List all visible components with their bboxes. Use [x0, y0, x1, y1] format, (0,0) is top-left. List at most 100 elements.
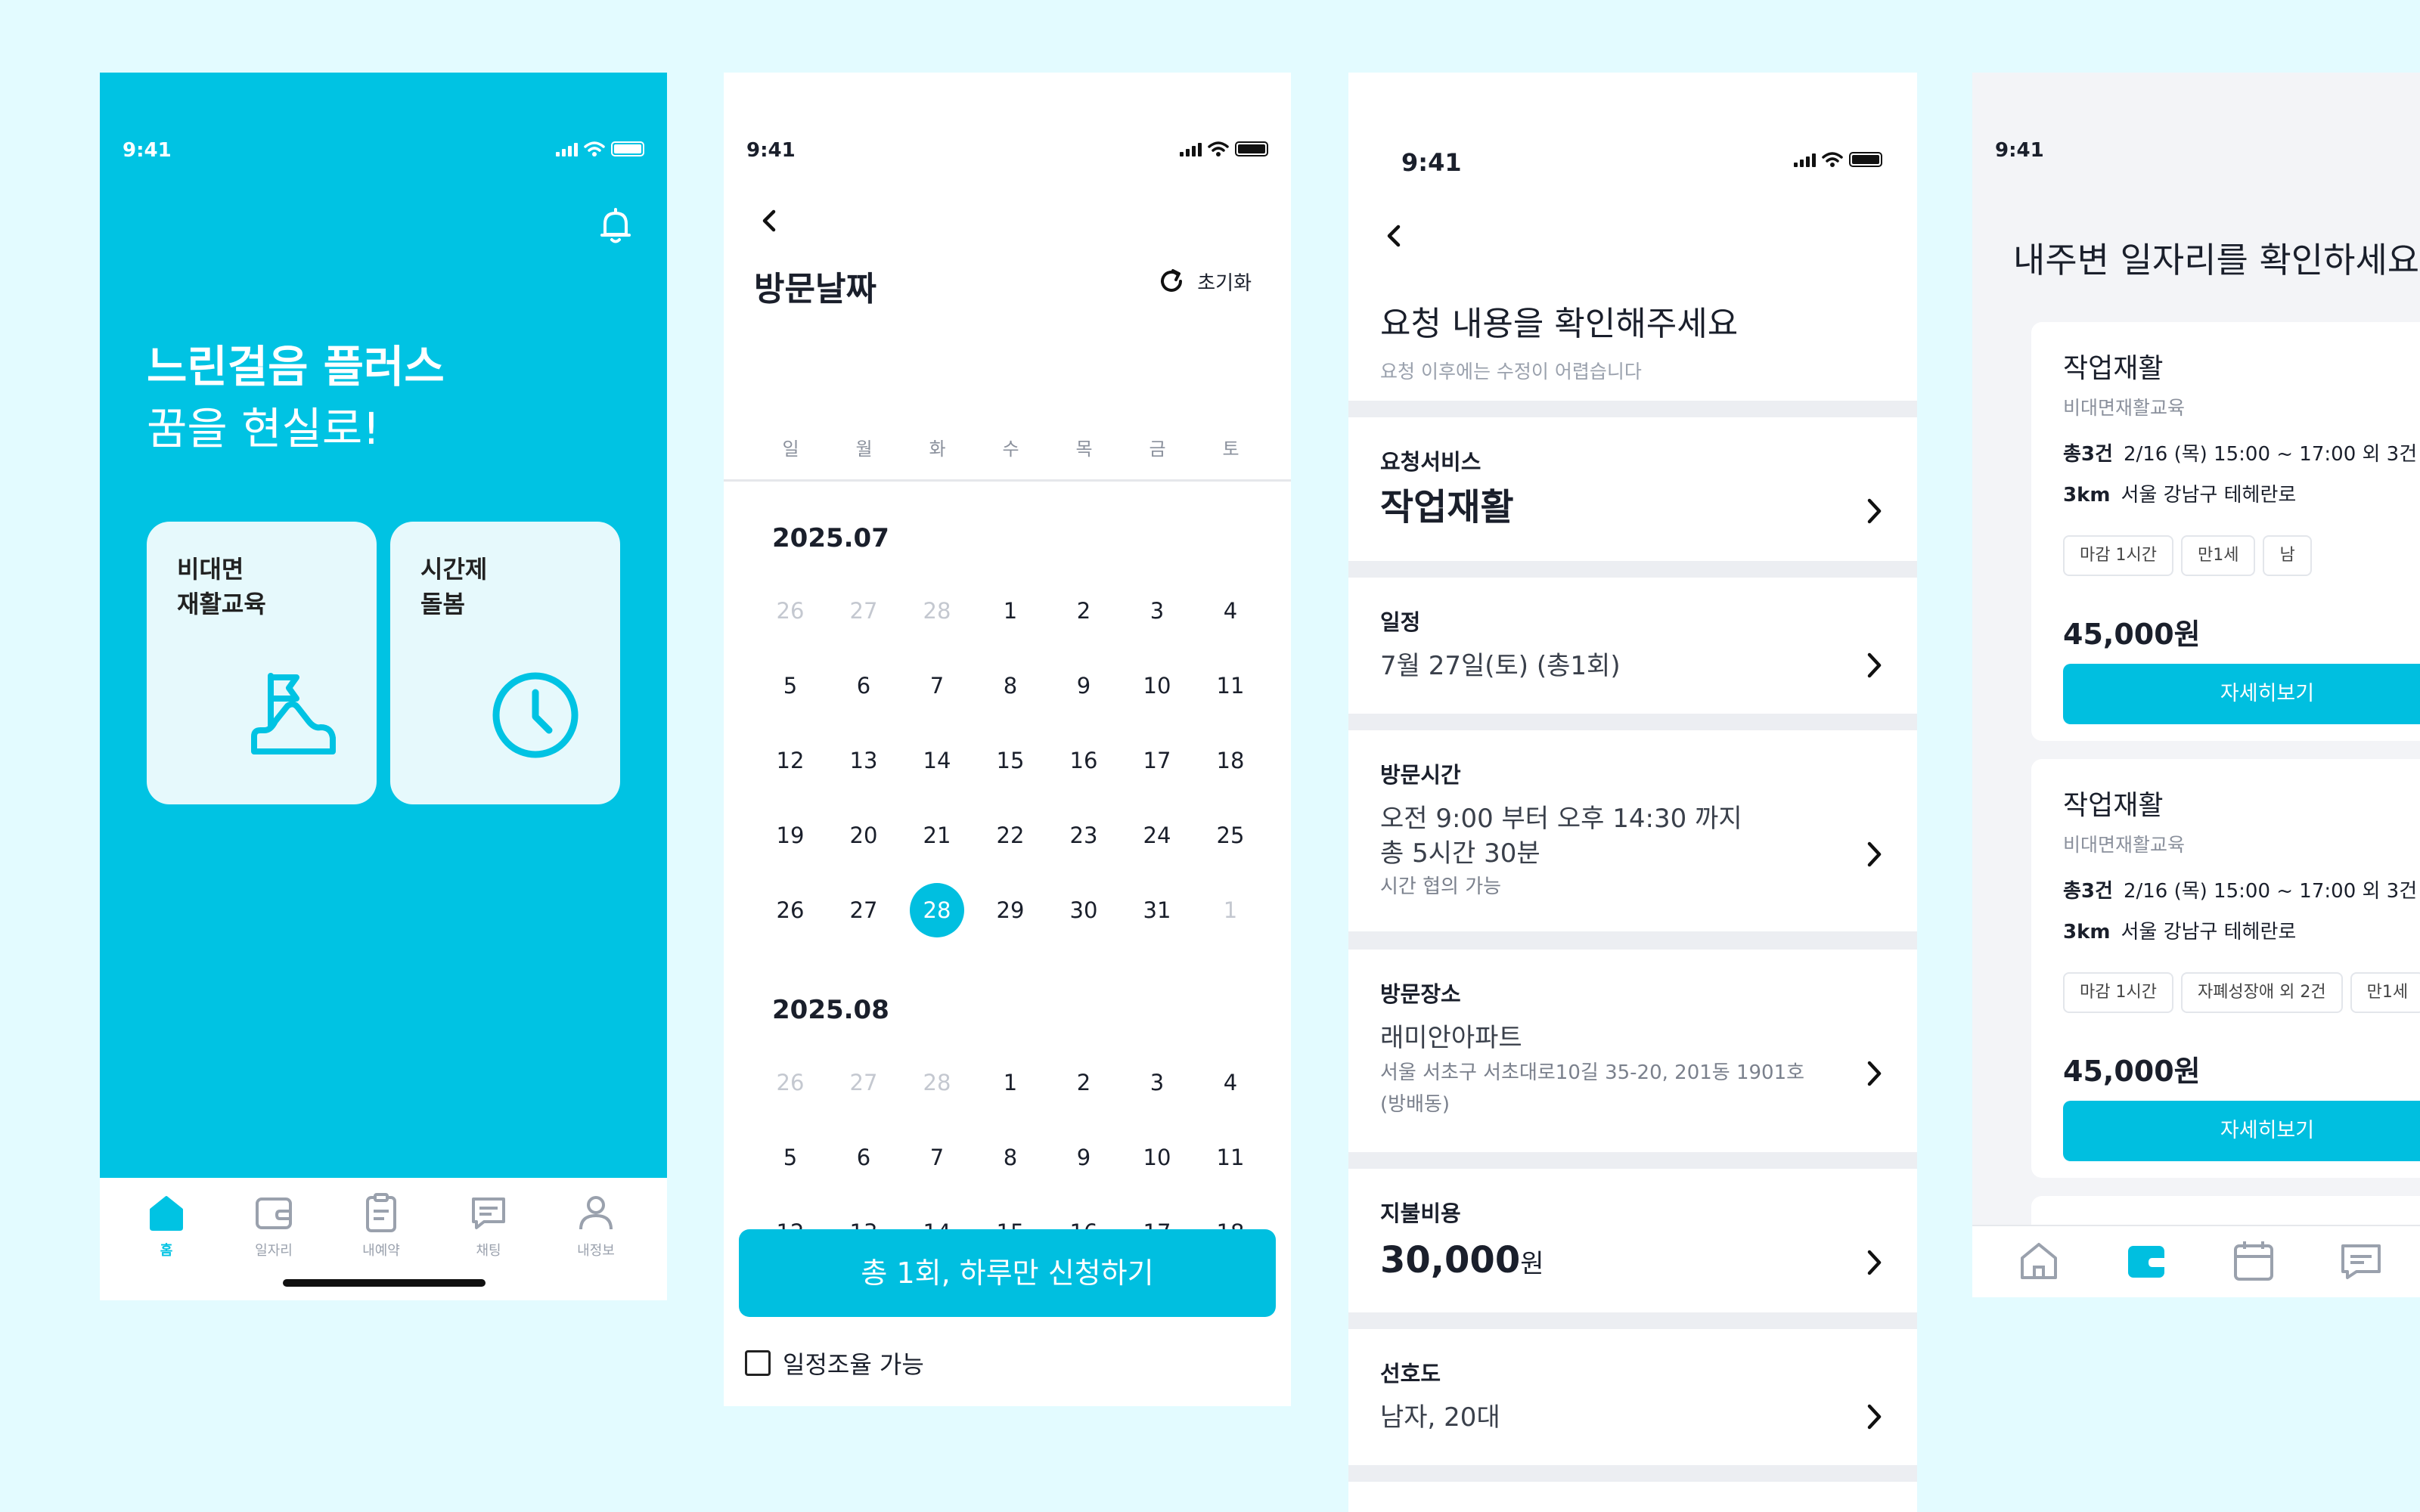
calendar-day[interactable]: 21: [910, 808, 964, 863]
status-time: 9:41: [1401, 148, 1462, 177]
calendar-day[interactable]: 8: [983, 1130, 1038, 1185]
job-card[interactable]: 작업재활 비대면재활교육 총3건 2/16 (목) 15:00 ~ 17:00 외…: [2031, 759, 2420, 1178]
tab-profile[interactable]: 내정보: [551, 1191, 641, 1259]
calendar-day[interactable]: 7: [910, 1130, 964, 1185]
home-icon: [150, 1196, 183, 1231]
tab-home[interactable]: 홈: [121, 1191, 212, 1259]
chat-icon: [472, 1198, 505, 1229]
wallet-icon[interactable]: [2122, 1237, 2170, 1285]
calendar-day: 26: [776, 598, 805, 624]
job-tags: 마감 1시간 자폐성장애 외 2건 만1세 남: [2063, 972, 2420, 1013]
page-title: 방문날짜: [754, 270, 876, 308]
row-service[interactable]: 요청서비스 작업재활: [1348, 417, 1917, 561]
calendar-day[interactable]: 24: [1130, 808, 1184, 863]
calendar-day[interactable]: 23: [1056, 808, 1111, 863]
status-bar: 9:41: [100, 73, 667, 162]
calendar-day[interactable]: 13: [836, 733, 891, 788]
row-visit-place[interactable]: 방문장소 래미안아파트 서울 서초구 서초대로10길 35-20, 201동 1…: [1348, 950, 1917, 1152]
calendar-day[interactable]: 20: [836, 808, 891, 863]
calendar-day[interactable]: 31: [1130, 883, 1184, 937]
calendar-day[interactable]: 22: [983, 808, 1038, 863]
home-indicator: [283, 1279, 486, 1287]
calendar-day[interactable]: 17: [1130, 733, 1184, 788]
tab-chat[interactable]: 채팅: [443, 1191, 534, 1259]
calendar-day[interactable]: 25: [1203, 808, 1258, 863]
calendar-day[interactable]: 5: [763, 658, 818, 713]
calendar-icon[interactable]: [2229, 1237, 2278, 1285]
row-cost[interactable]: 지불비용 30,000원: [1348, 1169, 1917, 1312]
weekday-label: 수: [1002, 438, 1019, 460]
calendar-day[interactable]: 10: [1130, 658, 1184, 713]
calendar-day-selected[interactable]: 28: [910, 883, 964, 937]
calendar-day[interactable]: 1: [983, 1055, 1038, 1110]
reset-button[interactable]: 초기화: [1156, 266, 1252, 296]
home-icon[interactable]: [2015, 1237, 2063, 1285]
bell-icon[interactable]: [599, 207, 632, 245]
chevron-right-icon: [1867, 1250, 1882, 1275]
calendar-day[interactable]: 15: [983, 733, 1038, 788]
job-title: 작업재활: [2063, 790, 2164, 821]
calendar-day[interactable]: 9: [1056, 658, 1111, 713]
submit-button[interactable]: 총 1회, 하루만 신청하기: [739, 1229, 1276, 1317]
calendar-day[interactable]: 6: [836, 658, 891, 713]
calendar-day[interactable]: 10: [1130, 1130, 1184, 1185]
calendar-day[interactable]: 3: [1130, 1055, 1184, 1110]
calendar-day: 26: [776, 1070, 805, 1095]
calendar-day[interactable]: 4: [1203, 1055, 1258, 1110]
calendar-day[interactable]: 14: [910, 733, 964, 788]
chevron-right-icon: [1867, 1404, 1882, 1430]
calendar-day[interactable]: 2: [1056, 584, 1111, 638]
job-card[interactable]: 작업재활 비대면재활교육 총3건 2/16 (목) 15:00 ~ 17:00 외…: [2031, 322, 2420, 741]
battery-icon: [611, 141, 644, 156]
calendar-day[interactable]: 26: [763, 883, 818, 937]
service-card-rehab[interactable]: 비대면 재활교육: [147, 522, 377, 804]
month-label: 2025.08: [772, 995, 889, 1025]
calendar-day[interactable]: 9: [1056, 1130, 1111, 1185]
battery-icon: [1849, 152, 1882, 167]
calendar-day[interactable]: 2: [1056, 1055, 1111, 1110]
calendar-screen: 9:41 방문날짜 초기화 일월화수목금토 2025.07 26 27 28 1 2 3 4 5…: [724, 73, 1291, 1406]
view-details-button[interactable]: 자세히보기: [2063, 664, 2420, 724]
service-card-care[interactable]: 시간제 돌봄: [390, 522, 620, 804]
bottom-tab-bar: 홈 일자리 내예약 채팅 내정보: [100, 1178, 667, 1300]
back-arrow-icon[interactable]: [1383, 222, 1406, 249]
calendar-day[interactable]: 30: [1056, 883, 1111, 937]
wifi-icon: [1208, 141, 1229, 156]
page-subtitle: 요청 이후에는 수정이 어렵습니다: [1380, 361, 1642, 383]
back-arrow-icon[interactable]: [759, 207, 781, 234]
calendar-day[interactable]: 11: [1203, 1130, 1258, 1185]
row-preference[interactable]: 선호도 남자, 20대: [1348, 1329, 1917, 1465]
tab-jobs[interactable]: 일자리: [228, 1191, 319, 1259]
wifi-icon: [584, 141, 605, 156]
job-price: 45,000원: [2063, 618, 2201, 651]
calendar-day: 27: [849, 598, 878, 624]
calendar-day[interactable]: 7: [910, 658, 964, 713]
status-time: 9:41: [123, 139, 172, 162]
calendar-day[interactable]: 19: [763, 808, 818, 863]
calendar-day[interactable]: 6: [836, 1130, 891, 1185]
reset-label: 초기화: [1197, 271, 1252, 295]
tab-reservations[interactable]: 내예약: [336, 1191, 427, 1259]
schedule-flexible-checkbox[interactable]: 일정조율 가능: [745, 1346, 924, 1380]
tag-chip: 만1세: [2350, 972, 2420, 1013]
calendar-day[interactable]: 5: [763, 1130, 818, 1185]
view-details-button[interactable]: 자세히보기: [2063, 1101, 2420, 1161]
checkbox-box[interactable]: [745, 1350, 771, 1376]
cost-unit: 원: [1520, 1249, 1544, 1279]
row-schedule[interactable]: 일정 7월 27일(토) (총1회): [1348, 578, 1917, 714]
calendar-day[interactable]: 12: [763, 733, 818, 788]
tag-chip: 마감 1시간: [2063, 535, 2173, 576]
chat-icon[interactable]: [2337, 1237, 2385, 1285]
calendar-day[interactable]: 3: [1130, 584, 1184, 638]
calendar-day[interactable]: 8: [983, 658, 1038, 713]
calendar-day[interactable]: 18: [1203, 733, 1258, 788]
calendar-day[interactable]: 1: [983, 584, 1038, 638]
job-location-line: 3km 서울 강남구 테헤란로: [2063, 921, 2297, 943]
calendar-day[interactable]: 29: [983, 883, 1038, 937]
calendar-day[interactable]: 27: [836, 883, 891, 937]
flag-mountain-icon: [251, 673, 336, 754]
row-visit-time[interactable]: 방문시간 오전 9:00 부터 오후 14:30 까지 총 5시간 30분 시간…: [1348, 730, 1917, 931]
calendar-day[interactable]: 4: [1203, 584, 1258, 638]
calendar-day[interactable]: 11: [1203, 658, 1258, 713]
calendar-day[interactable]: 16: [1056, 733, 1111, 788]
